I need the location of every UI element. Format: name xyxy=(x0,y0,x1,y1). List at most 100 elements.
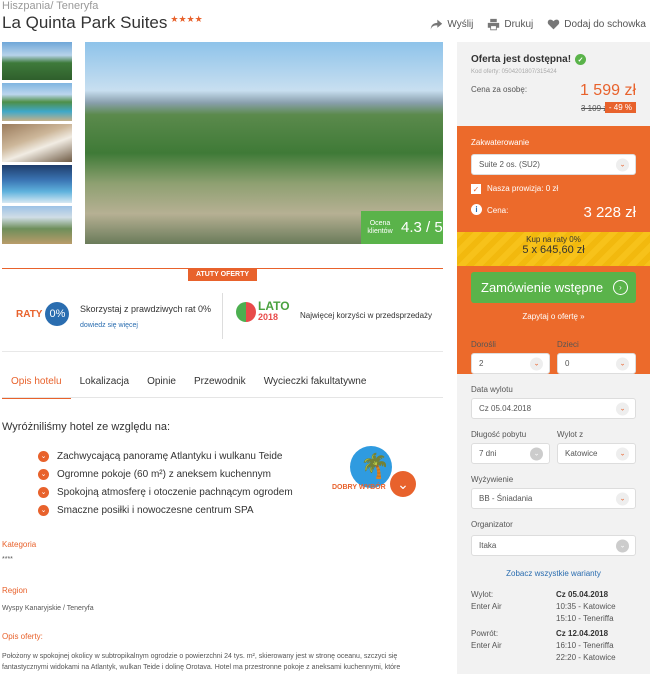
outbound-date: Cz 05.04.2018 xyxy=(556,590,609,599)
thumbnail-5[interactable] xyxy=(2,206,72,244)
outbound-label: Wylot: xyxy=(471,590,494,599)
lato-logo-text: LATO 2018 xyxy=(258,300,290,323)
return-airline: Enter Air xyxy=(471,641,502,650)
opis-oferty-text: Położony w spokojnej okolicy w subtropik… xyxy=(2,653,401,671)
watermelon-icon xyxy=(236,302,256,322)
return-departure: 16:10 - Teneriffa xyxy=(556,641,614,650)
print-button[interactable]: Drukuj xyxy=(487,18,533,31)
booking-sidebar: Oferta jest dostępna! ✓ Kod oferty: 0504… xyxy=(457,42,650,674)
order-button-label: Zamówienie wstępne xyxy=(481,280,604,295)
chevron-down-icon: ⌄ xyxy=(390,471,416,497)
duration-label: Długość pobytu xyxy=(471,430,527,439)
tabs-divider xyxy=(2,397,443,398)
offer-code: Kod oferty: 0504201807/315424 xyxy=(471,69,557,75)
hotel-name: La Quinta Park Suites xyxy=(2,13,168,32)
thumbnail-2[interactable] xyxy=(2,83,72,121)
ask-about-offer-link[interactable]: Zapytaj o ofertę » xyxy=(457,312,650,321)
share-button[interactable]: Wyślij xyxy=(430,18,473,31)
outbound-airline: Enter Air xyxy=(471,602,502,611)
tab-przewodnik[interactable]: Przewodnik xyxy=(185,376,255,399)
info-icon: i xyxy=(471,204,482,215)
thumbnail-3[interactable] xyxy=(2,124,72,162)
chevron-check-icon: ⌄ xyxy=(38,468,49,480)
dobry-wybor-badge: 🌴 DOBRY WYBÓR ⌄ xyxy=(332,446,420,502)
total-price: 3 228 zł xyxy=(583,204,636,221)
raty-logo-text: RATY xyxy=(16,308,43,320)
raty-description: Skorzystaj z prawdziwych rat 0% xyxy=(80,304,212,314)
opis-oferty-label: Opis oferty: xyxy=(2,632,43,641)
main-hotel-photo[interactable]: Ocena klientów 4.3 / 5 xyxy=(85,42,443,244)
children-value: 0 xyxy=(565,359,570,368)
return-date: Cz 12.04.2018 xyxy=(556,629,609,638)
rating-label: Ocena klientów xyxy=(367,219,393,235)
accommodation-label: Zakwaterowanie xyxy=(471,138,530,147)
tab-bar: Opis hotelu Lokalizacja Opinie Przewodni… xyxy=(2,376,443,399)
thumbnail-4[interactable] xyxy=(2,165,72,203)
save-label: Dodaj do schowka xyxy=(564,19,646,30)
board-label: Wyżywienie xyxy=(471,475,514,484)
chevron-check-icon: ⌄ xyxy=(38,450,49,462)
board-select[interactable]: BB - Śniadania ⌄ xyxy=(471,488,636,509)
board-value: BB - Śniadania xyxy=(479,494,533,503)
installments-banner[interactable]: Kup na raty 0% 5 x 645,60 zł xyxy=(457,232,650,266)
organizer-select[interactable]: Itaka ⌄ xyxy=(471,535,636,556)
accommodation-select[interactable]: Suite 2 os. (SU2) ⌄ xyxy=(471,154,636,175)
thumbnail-1[interactable] xyxy=(2,42,72,80)
tab-opinie[interactable]: Opinie xyxy=(138,376,185,399)
region-value: Wyspy Kanaryjskie / Teneryfa xyxy=(2,605,94,612)
departure-date-select[interactable]: Cz 05.04.2018 ⌄ xyxy=(471,398,636,419)
duration-value: 7 dni xyxy=(479,449,497,458)
commission-label: Nasza prowizja: 0 zł xyxy=(487,184,559,193)
booking-panel: Zakwaterowanie Suite 2 os. (SU2) ⌄ ✓ Nas… xyxy=(457,126,650,374)
breadcrumb-country[interactable]: Hiszpania xyxy=(2,0,50,12)
order-button[interactable]: Zamówienie wstępne › xyxy=(471,272,636,303)
hotel-stars: ★★★★ xyxy=(170,14,203,24)
chevron-down-icon: ⌄ xyxy=(616,357,629,370)
save-button[interactable]: Dodaj do schowka xyxy=(547,18,646,31)
lato-year: 2018 xyxy=(258,312,279,322)
duration-select[interactable]: 7 dni ⌄ xyxy=(471,443,550,464)
print-icon xyxy=(488,18,500,31)
organizer-label: Organizator xyxy=(471,520,513,529)
page-title: La Quinta Park Suites ★★★★ xyxy=(2,13,203,33)
tab-lokalizacja[interactable]: Lokalizacja xyxy=(71,376,138,399)
rating-value: 4.3 / 5 xyxy=(401,219,443,236)
raty-more-link[interactable]: dowiedz się więcej xyxy=(80,322,138,329)
departure-value: Cz 05.04.2018 xyxy=(479,404,532,413)
offer-available: Oferta jest dostępna! ✓ xyxy=(471,54,587,65)
return-arrival: 22:20 - Katowice xyxy=(556,653,616,662)
all-variants-link[interactable]: Zobacz wszystkie warianty xyxy=(457,569,650,578)
offer-available-text: Oferta jest dostępna! xyxy=(471,54,572,65)
top-actions: Wyślij Drukuj Dodaj do schowka xyxy=(430,18,646,31)
kategoria-label: Kategoria xyxy=(2,540,37,549)
lato-description: Najwięcej korzyści w przedsprzedaży xyxy=(300,311,433,320)
chevron-down-icon: ⌄ xyxy=(530,447,543,460)
kategoria-value: **** xyxy=(2,556,13,563)
discount-badge: - 49 % xyxy=(604,102,636,113)
price-per-person-label: Cena za osobę: xyxy=(471,85,528,94)
installments-line1: Kup na raty 0% xyxy=(526,235,581,244)
departure-airport-select[interactable]: Katowice ⌄ xyxy=(557,443,636,464)
accommodation-value: Suite 2 os. (SU2) xyxy=(479,160,540,169)
tab-wycieczki[interactable]: Wycieczki fakultatywne xyxy=(255,376,376,399)
features-heading: Wyróżniliśmy hotel ze względu na: xyxy=(2,421,171,433)
children-label: Dzieci xyxy=(557,340,579,349)
breadcrumb: Hiszpania/ Teneryfa xyxy=(2,0,98,12)
feature-text: Smaczne posiłki i nowoczesne centrum SPA xyxy=(57,504,254,516)
feature-text: Spokojną atmosferę i otoczenie pachnącym… xyxy=(57,486,293,498)
adults-select[interactable]: 2 ⌄ xyxy=(471,353,550,374)
raty-logo-percent: 0% xyxy=(45,302,70,326)
feature-item: ⌄ Spokojną atmosferę i otoczenie pachnący… xyxy=(38,483,293,501)
customer-rating: Ocena klientów 4.3 / 5 xyxy=(361,211,443,244)
price-per-person: 1 599 zł xyxy=(579,82,636,99)
thumbnail-list xyxy=(2,42,72,247)
region-label: Region xyxy=(2,586,28,595)
outbound-arrival: 15:10 - Teneriffa xyxy=(556,614,614,623)
tab-opis-hotelu[interactable]: Opis hotelu xyxy=(2,376,71,399)
commission-checkbox[interactable]: ✓ xyxy=(471,184,481,194)
organizer-value: Itaka xyxy=(479,541,497,550)
breadcrumb-region[interactable]: Teneryfa xyxy=(56,0,98,12)
children-select[interactable]: 0 ⌄ xyxy=(557,353,636,374)
chevron-down-icon: ⌄ xyxy=(616,492,629,505)
feature-text: Ogromne pokoje (60 m²) z aneksem kuchenn… xyxy=(57,468,271,480)
